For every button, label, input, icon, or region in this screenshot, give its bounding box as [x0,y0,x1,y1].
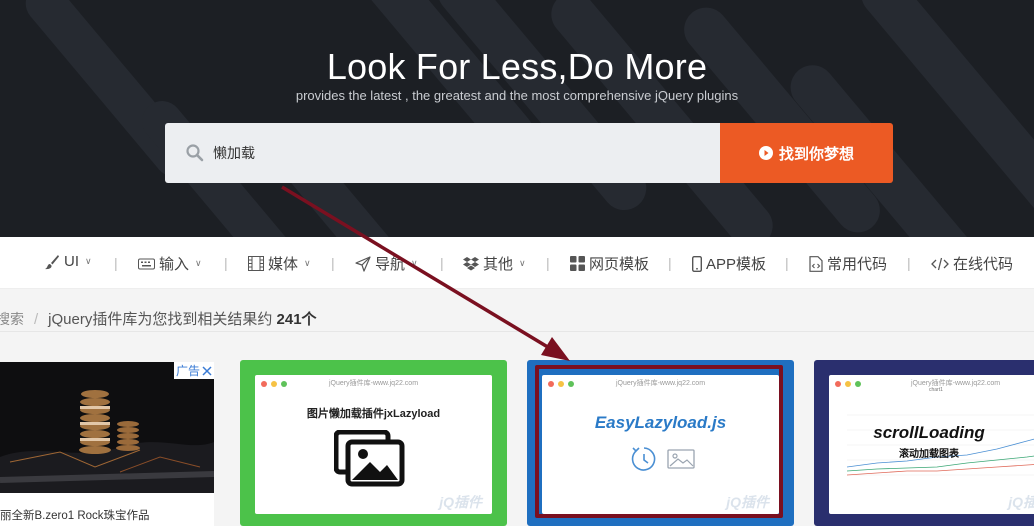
annotation-arrow [281,185,570,361]
